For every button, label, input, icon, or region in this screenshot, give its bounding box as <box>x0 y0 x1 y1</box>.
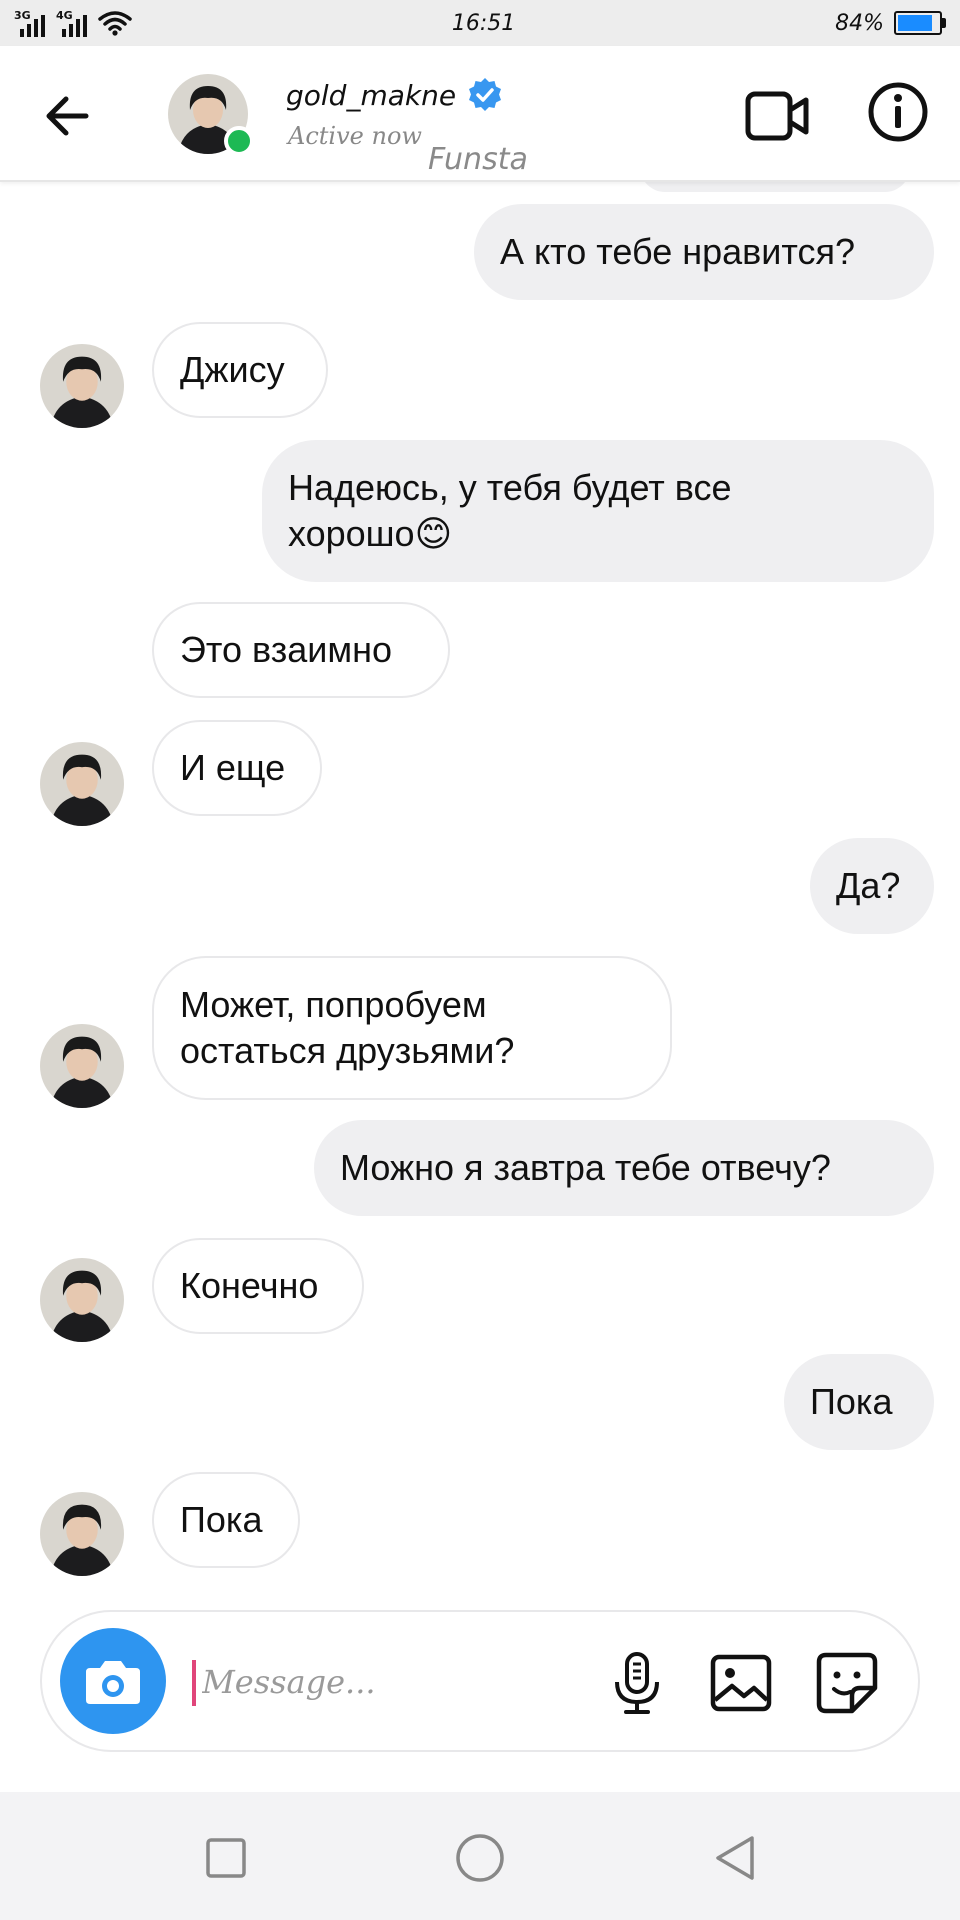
camera-icon <box>86 1661 140 1704</box>
message-text: Надеюсь, у тебя будет все хорошо😊 <box>288 467 732 554</box>
message-text: И еще <box>180 747 286 788</box>
system-nav-bar <box>0 1792 960 1920</box>
battery-group: 84% <box>835 11 946 36</box>
info-icon[interactable] <box>866 80 930 144</box>
sender-avatar[interactable] <box>40 742 124 826</box>
message-bubble-incoming[interactable]: Пока <box>152 1472 300 1568</box>
message-input[interactable] <box>202 1652 462 1712</box>
battery-icon <box>894 11 946 35</box>
message-bubble-outgoing[interactable]: Надеюсь, у тебя будет все хорошо😊 <box>262 440 934 582</box>
camera-button[interactable] <box>60 1628 166 1734</box>
sender-avatar[interactable] <box>40 1024 124 1108</box>
gallery-icon[interactable] <box>706 1648 776 1718</box>
message-text: А кто тебе нравится? <box>500 231 855 272</box>
message-bubble-incoming[interactable]: Может, попробуем остаться друзьями? <box>152 956 672 1100</box>
signal-group: 3G 4G <box>14 9 132 37</box>
message-bubble-incoming[interactable]: Это взаимно <box>152 602 450 698</box>
contact-avatar[interactable] <box>168 74 254 156</box>
signal-3g-icon: 3G <box>14 9 50 37</box>
avatar-photo <box>40 1024 124 1108</box>
avatar-photo <box>40 1258 124 1342</box>
sender-avatar[interactable] <box>40 1258 124 1342</box>
message-text: Пока <box>810 1381 893 1422</box>
message-text: Это взаимно <box>180 629 392 670</box>
username: gold_makne <box>286 78 457 112</box>
back-arrow-icon[interactable] <box>38 86 98 146</box>
microphone-icon[interactable] <box>602 1648 672 1718</box>
avatar-photo <box>40 742 124 826</box>
username-row[interactable]: gold_makne <box>286 76 504 114</box>
message-bubble-incoming[interactable]: И еще <box>152 720 322 816</box>
sticker-icon[interactable] <box>812 1648 882 1718</box>
recent-apps-icon[interactable] <box>196 1828 256 1888</box>
message-text: Конечно <box>180 1265 319 1306</box>
status-bar: 3G 4G 16:51 84% <box>0 0 960 46</box>
signal-4g-icon: 4G <box>56 9 92 37</box>
verified-badge-icon <box>469 78 502 111</box>
back-nav-icon[interactable] <box>706 1828 766 1888</box>
message-bubble-incoming[interactable]: Конечно <box>152 1238 364 1334</box>
message-text: Пока <box>180 1499 263 1540</box>
home-icon[interactable] <box>450 1828 510 1888</box>
online-indicator <box>224 126 254 156</box>
message-text: Можно я завтра тебе отвечу? <box>340 1147 831 1188</box>
message-text: Может, попробуем остаться друзьями? <box>180 984 515 1071</box>
message-text: Джису <box>180 349 285 390</box>
battery-percent: 84% <box>835 10 884 36</box>
text-cursor <box>192 1660 196 1706</box>
message-text: Да? <box>836 865 901 906</box>
message-bubble-incoming[interactable]: Джису <box>152 322 328 418</box>
message-thread[interactable]: А кто тебе нравится? Джису Надеюсь, у те… <box>0 142 960 1602</box>
message-bubble-outgoing[interactable]: А кто тебе нравится? <box>474 204 934 300</box>
clock: 16:51 <box>451 10 516 36</box>
watermark-text: Funsta <box>428 142 528 177</box>
chat-header: gold_makne Active now Funsta <box>0 46 960 182</box>
activity-status: Active now <box>288 122 422 150</box>
video-call-icon[interactable] <box>744 82 812 150</box>
message-bubble-outgoing[interactable]: Да? <box>810 838 934 934</box>
avatar-photo <box>40 344 124 428</box>
message-bubble-outgoing[interactable]: Можно я завтра тебе отвечу? <box>314 1120 934 1216</box>
sender-avatar[interactable] <box>40 344 124 428</box>
message-bubble-outgoing[interactable]: Пока <box>784 1354 934 1450</box>
sender-avatar[interactable] <box>40 1492 124 1576</box>
dm-screen: 3G 4G 16:51 84% gold_makne Active now Fu… <box>0 0 960 1920</box>
wifi-icon <box>98 11 132 36</box>
message-composer <box>40 1610 920 1752</box>
avatar-photo <box>40 1492 124 1576</box>
